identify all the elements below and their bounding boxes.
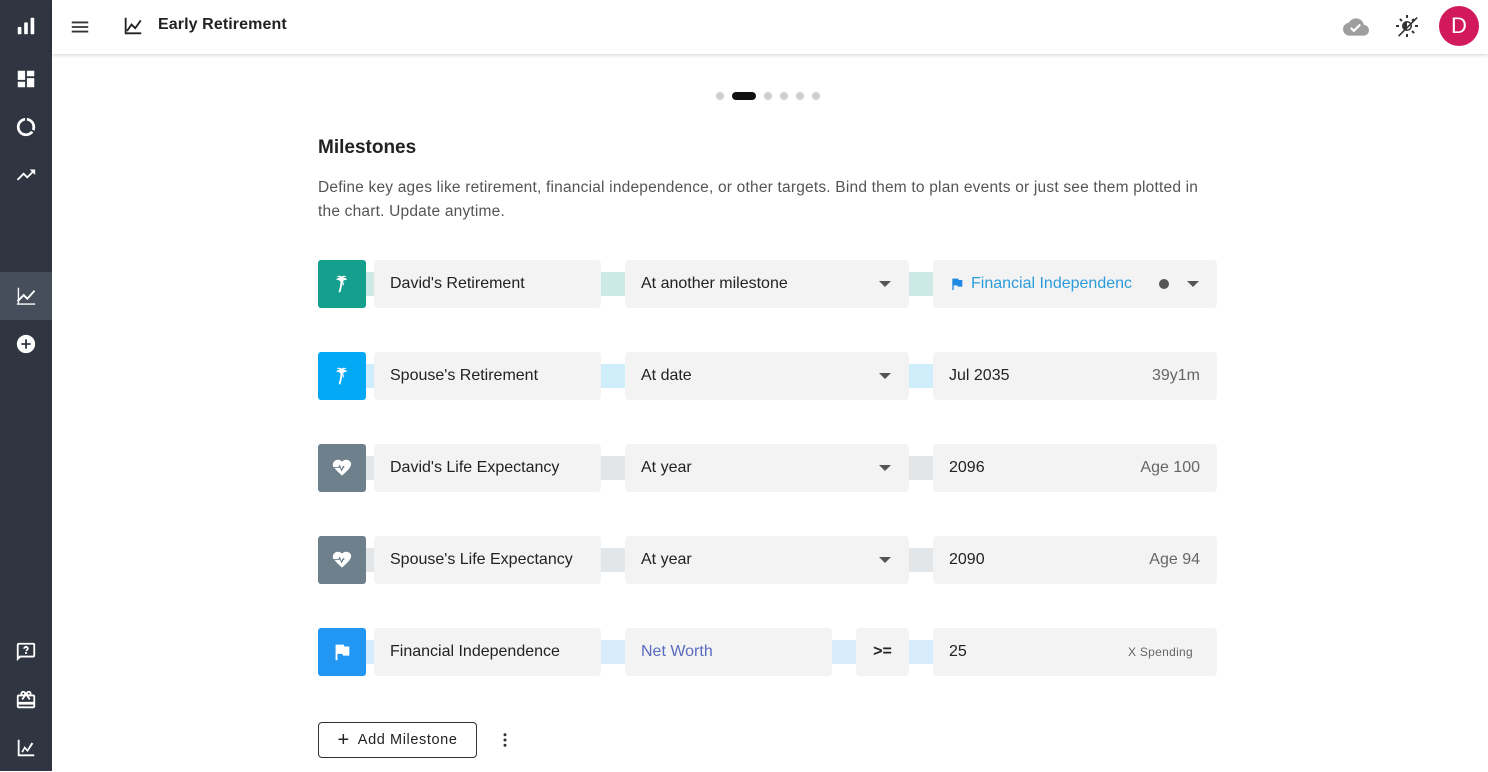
milestone-target-select[interactable]: Financial Independenc [933, 260, 1217, 308]
milestone-row: Financial Independence Net Worth >= 25 X… [318, 628, 1218, 676]
pager-dot[interactable] [764, 92, 772, 100]
field-value: 2096 [949, 459, 985, 476]
left-rail [0, 0, 52, 771]
milestone-year-field[interactable]: 2090 Age 94 [933, 536, 1217, 584]
milestone-year-field[interactable]: 2096 Age 100 [933, 444, 1217, 492]
pager-dot-active[interactable] [732, 92, 756, 100]
pager-dot[interactable] [796, 92, 804, 100]
dropdown-arrow-icon [879, 281, 891, 287]
heart-pulse-icon[interactable] [318, 536, 366, 584]
more-vert-icon[interactable] [495, 730, 515, 750]
select-value: At another milestone [641, 275, 788, 292]
field-value: 2090 [949, 551, 985, 568]
stats-chart-icon[interactable] [0, 724, 52, 772]
milestone-row: Spouse's Life Expectancy At year 2090 Ag… [318, 536, 1218, 584]
area-chart-icon [122, 15, 144, 37]
theme-toggle-icon[interactable] [1395, 14, 1419, 38]
field-value: 25 [949, 643, 967, 660]
field-value: Jul 2035 [949, 367, 1010, 384]
area-chart-icon[interactable] [0, 272, 52, 320]
metric-select[interactable]: Net Worth [625, 628, 832, 676]
duration-label: 39y1m [1151, 367, 1200, 384]
milestone-row: David's Retirement At another milestone … [318, 260, 1218, 308]
multiplier-field[interactable]: 25 X Spending [933, 628, 1217, 676]
top-bar: Early Retirement D [52, 0, 1488, 54]
select-value: At year [641, 551, 692, 568]
app-title: Early Retirement [158, 16, 287, 33]
trending-icon[interactable] [0, 151, 52, 199]
add-milestone-label: Add Milestone [357, 732, 458, 748]
add-milestone-button[interactable]: + Add Milestone [318, 722, 477, 758]
pager-dot[interactable] [780, 92, 788, 100]
cloud-done-icon[interactable] [1343, 14, 1369, 40]
donut-chart-icon[interactable] [0, 103, 52, 151]
select-value: At year [641, 459, 692, 476]
plus-icon: + [337, 729, 350, 751]
select-value: At date [641, 367, 692, 384]
menu-icon[interactable] [66, 13, 94, 41]
unit-label: X Spending [1127, 645, 1193, 659]
milestone-name-field[interactable]: David's Retirement [374, 260, 601, 308]
gift-icon[interactable] [0, 676, 52, 724]
pager-dot[interactable] [812, 92, 820, 100]
dropdown-arrow-icon [879, 373, 891, 379]
operator-select[interactable]: >= [856, 628, 909, 676]
milestone-name-field[interactable]: Spouse's Retirement [374, 352, 601, 400]
milestone-row: Spouse's Retirement At date Jul 2035 39y… [318, 352, 1218, 400]
dropdown-arrow-icon [879, 557, 891, 563]
avatar[interactable]: D [1439, 6, 1479, 46]
age-label: Age 94 [1149, 551, 1200, 568]
age-label: Age 100 [1140, 459, 1200, 476]
select-value: Financial Independenc [971, 275, 1133, 292]
feedback-icon[interactable] [0, 628, 52, 676]
milestone-mode-select[interactable]: At date [625, 352, 909, 400]
pager-dot[interactable] [716, 92, 724, 100]
milestone-mode-select[interactable]: At year [625, 444, 909, 492]
milestone-name-field[interactable]: Financial Independence [374, 628, 601, 676]
milestone-mode-select[interactable]: At year [625, 536, 909, 584]
milestone-date-field[interactable]: Jul 2035 39y1m [933, 352, 1217, 400]
dropdown-arrow-icon [879, 465, 891, 471]
flag-icon[interactable] [318, 628, 366, 676]
milestone-name-field[interactable]: David's Life Expectancy [374, 444, 601, 492]
milestone-name-field[interactable]: Spouse's Life Expectancy [374, 536, 601, 584]
palm-tree-icon[interactable] [318, 260, 366, 308]
section-description: Define key ages like retirement, financi… [318, 179, 1199, 220]
add-circle-icon[interactable] [0, 320, 52, 368]
palm-tree-icon[interactable] [318, 352, 366, 400]
dropdown-arrow-icon [1187, 281, 1199, 287]
flag-icon [949, 276, 965, 292]
logo-chart-icon[interactable] [0, 2, 52, 50]
dashboard-icon[interactable] [0, 55, 52, 103]
heart-pulse-icon[interactable] [318, 444, 366, 492]
milestone-mode-select[interactable]: At another milestone [625, 260, 909, 308]
step-pager [716, 92, 820, 100]
status-dot [1159, 279, 1169, 289]
section-title: Milestones [318, 137, 417, 158]
milestone-row: David's Life Expectancy At year 2096 Age… [318, 444, 1218, 492]
